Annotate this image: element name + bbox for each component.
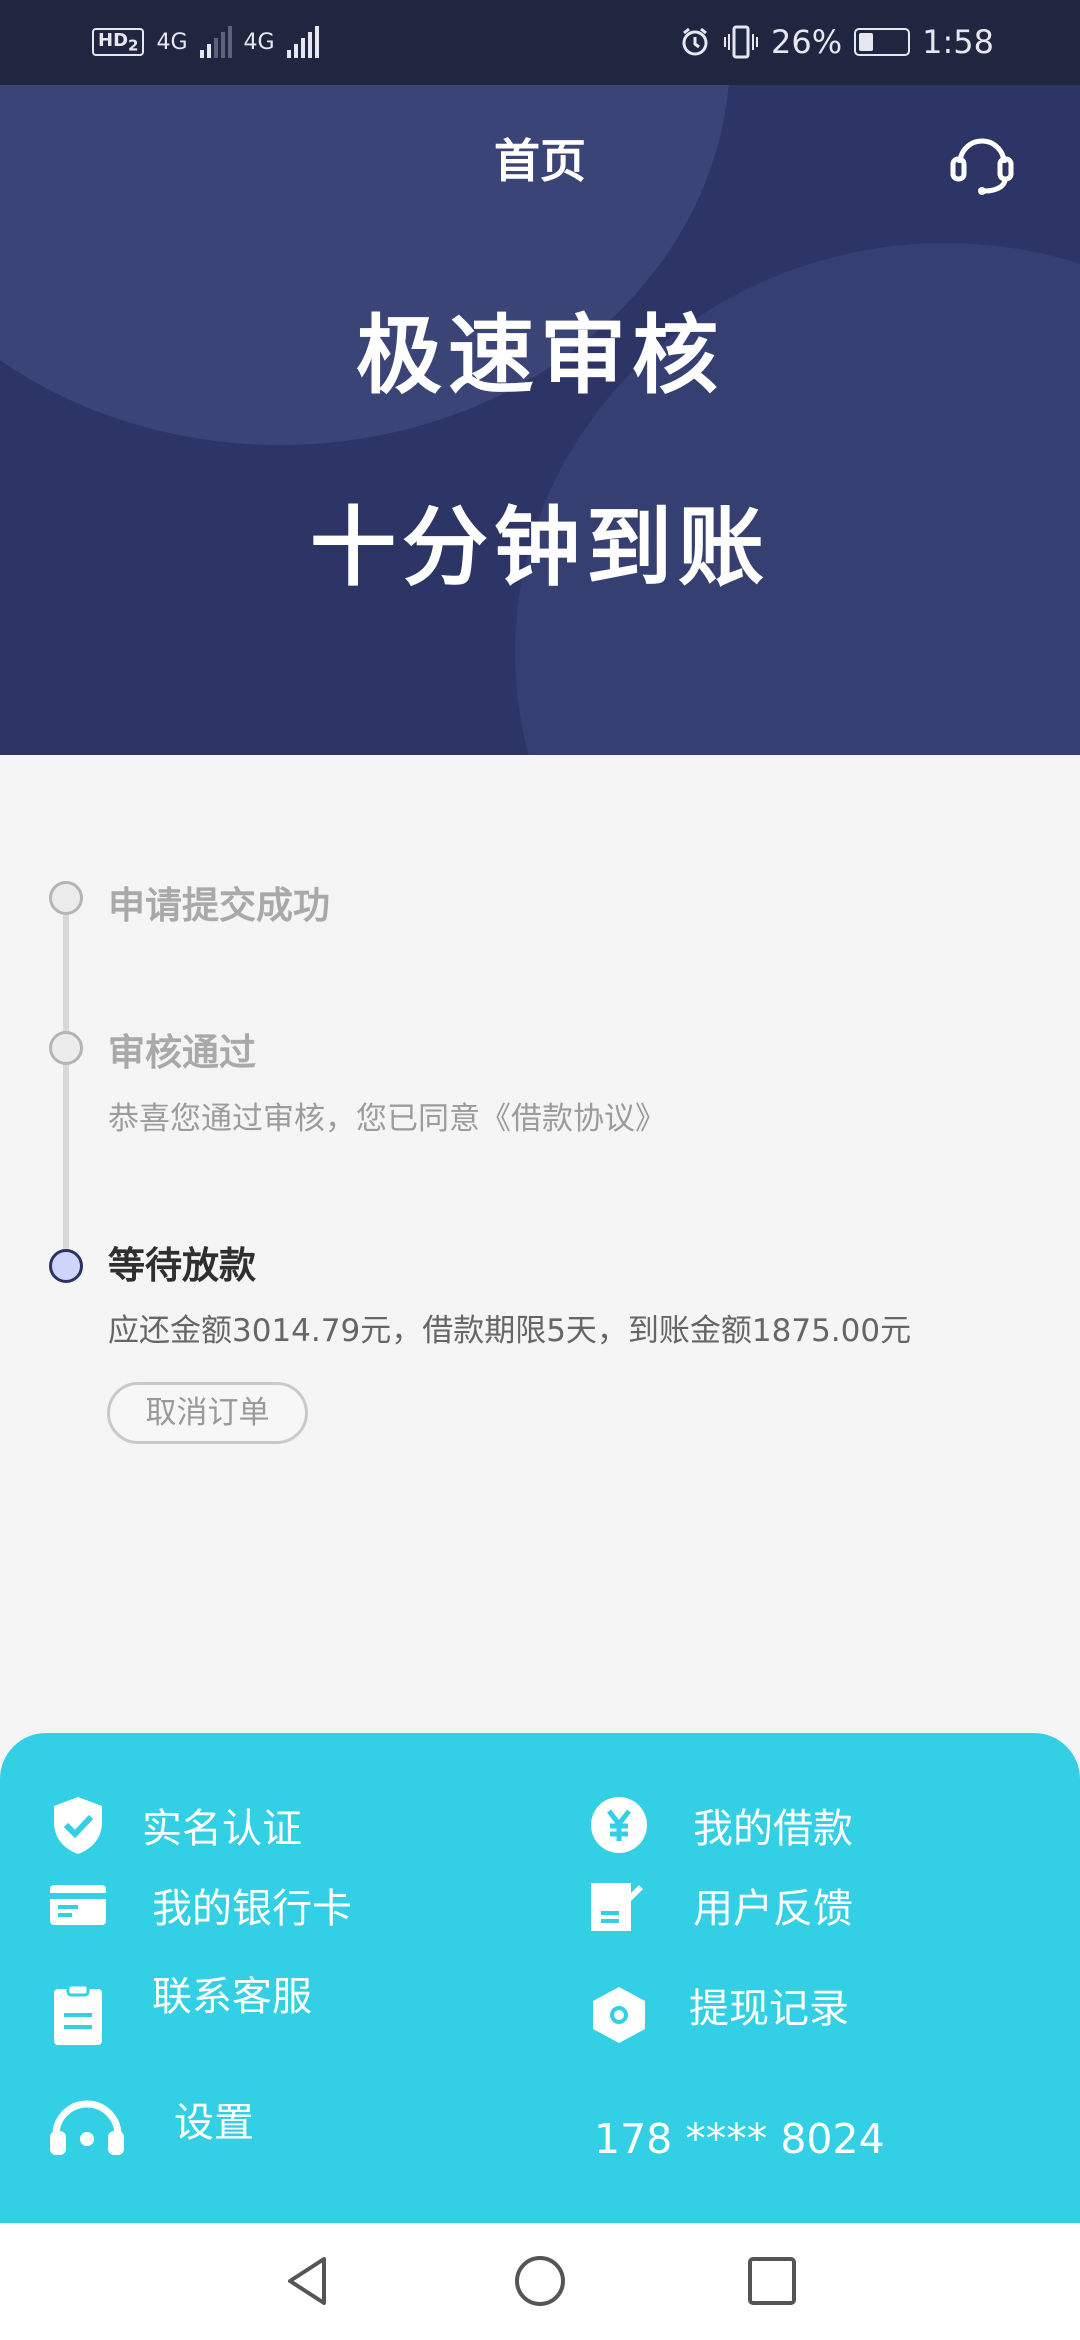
menu-item-feedback[interactable]: 用户反馈	[587, 1873, 853, 1937]
step-desc-waiting: 应还金额3014.79元，借款期限5天，到账金额1875.00元	[108, 1313, 912, 1349]
network-type-1: 4G	[156, 29, 188, 55]
alarm-icon	[682, 27, 708, 56]
hexagon-icon	[593, 1987, 645, 2043]
shield-check-icon	[54, 1797, 102, 1854]
system-nav-bar	[0, 2223, 1080, 2340]
menu-item-withdraw-records[interactable]: 提现记录	[587, 1983, 849, 2047]
bank-card-icon	[50, 1885, 106, 1925]
menu-item-contact[interactable]: 联系客服	[46, 1974, 312, 2047]
headset-icon	[50, 2100, 124, 2155]
headset-icon	[950, 138, 1014, 195]
user-phone-number: 178 **** 8024	[594, 2115, 885, 2163]
menu-label-loans: 我的借款	[693, 1806, 853, 1852]
clock: 1:58	[922, 23, 994, 61]
step-title-waiting: 等待放款	[108, 1244, 256, 1287]
page-title: 首页	[494, 134, 586, 188]
menu-item-loans[interactable]: 我的借款	[587, 1793, 853, 1857]
menu-label-settings: 设置	[174, 2100, 254, 2146]
status-bar: HD2 4G 4G 26% 1:58	[0, 0, 1080, 85]
battery-icon	[854, 28, 911, 56]
vibrate-icon	[724, 25, 759, 59]
signal-icon	[199, 26, 232, 58]
menu-label-bank-card: 我的银行卡	[152, 1886, 352, 1932]
banner-slogan-1: 极速审核	[356, 306, 724, 406]
menu-item-verify[interactable]: 实名认证	[46, 1793, 302, 1857]
yen-icon	[591, 1797, 647, 1853]
back-icon[interactable]	[278, 2251, 338, 2311]
step-dot-approved	[49, 1031, 83, 1065]
customer-service-button[interactable]	[946, 125, 1018, 197]
menu-label-withdraw-records: 提现记录	[689, 1986, 849, 2032]
signal-icon	[286, 26, 319, 58]
clipboard-icon	[54, 1983, 102, 2045]
step-title-submitted: 申请提交成功	[108, 884, 330, 927]
network-type-2: 4G	[243, 29, 275, 55]
home-icon[interactable]	[510, 2251, 570, 2311]
recents-icon[interactable]	[742, 2251, 802, 2311]
hero-banner: 首页 极速审核 十分钟到账	[0, 85, 1080, 755]
feedback-icon	[591, 1883, 643, 1931]
step-dot-submitted	[49, 881, 83, 915]
step-dot-waiting	[49, 1249, 83, 1283]
cancel-order-button[interactable]: 取消订单	[107, 1382, 308, 1444]
order-progress: 申请提交成功 审核通过 恭喜您通过审核，您已同意《借款协议》 等待放款 应还金额…	[0, 755, 1080, 1735]
timeline-line	[63, 905, 69, 1250]
banner-slogan-2: 十分钟到账	[310, 498, 770, 598]
menu-item-bank-card[interactable]: 我的银行卡	[46, 1873, 352, 1937]
menu-label-feedback: 用户反馈	[693, 1886, 853, 1932]
menu-item-settings[interactable]: 设置	[46, 2095, 254, 2159]
step-title-approved: 审核通过	[108, 1031, 256, 1074]
step-desc-approved: 恭喜您通过审核，您已同意《借款协议》	[108, 1101, 666, 1137]
battery-percent: 26%	[771, 23, 843, 61]
menu-label-contact: 联系客服	[152, 1974, 312, 2020]
hd-indicator: HD2	[92, 27, 145, 57]
menu-label-verify: 实名认证	[142, 1806, 302, 1852]
menu-panel: 实名认证 我的借款 我的银行卡 用户反馈 联系客服 提现记录 设置 178 **…	[0, 1733, 1080, 2223]
